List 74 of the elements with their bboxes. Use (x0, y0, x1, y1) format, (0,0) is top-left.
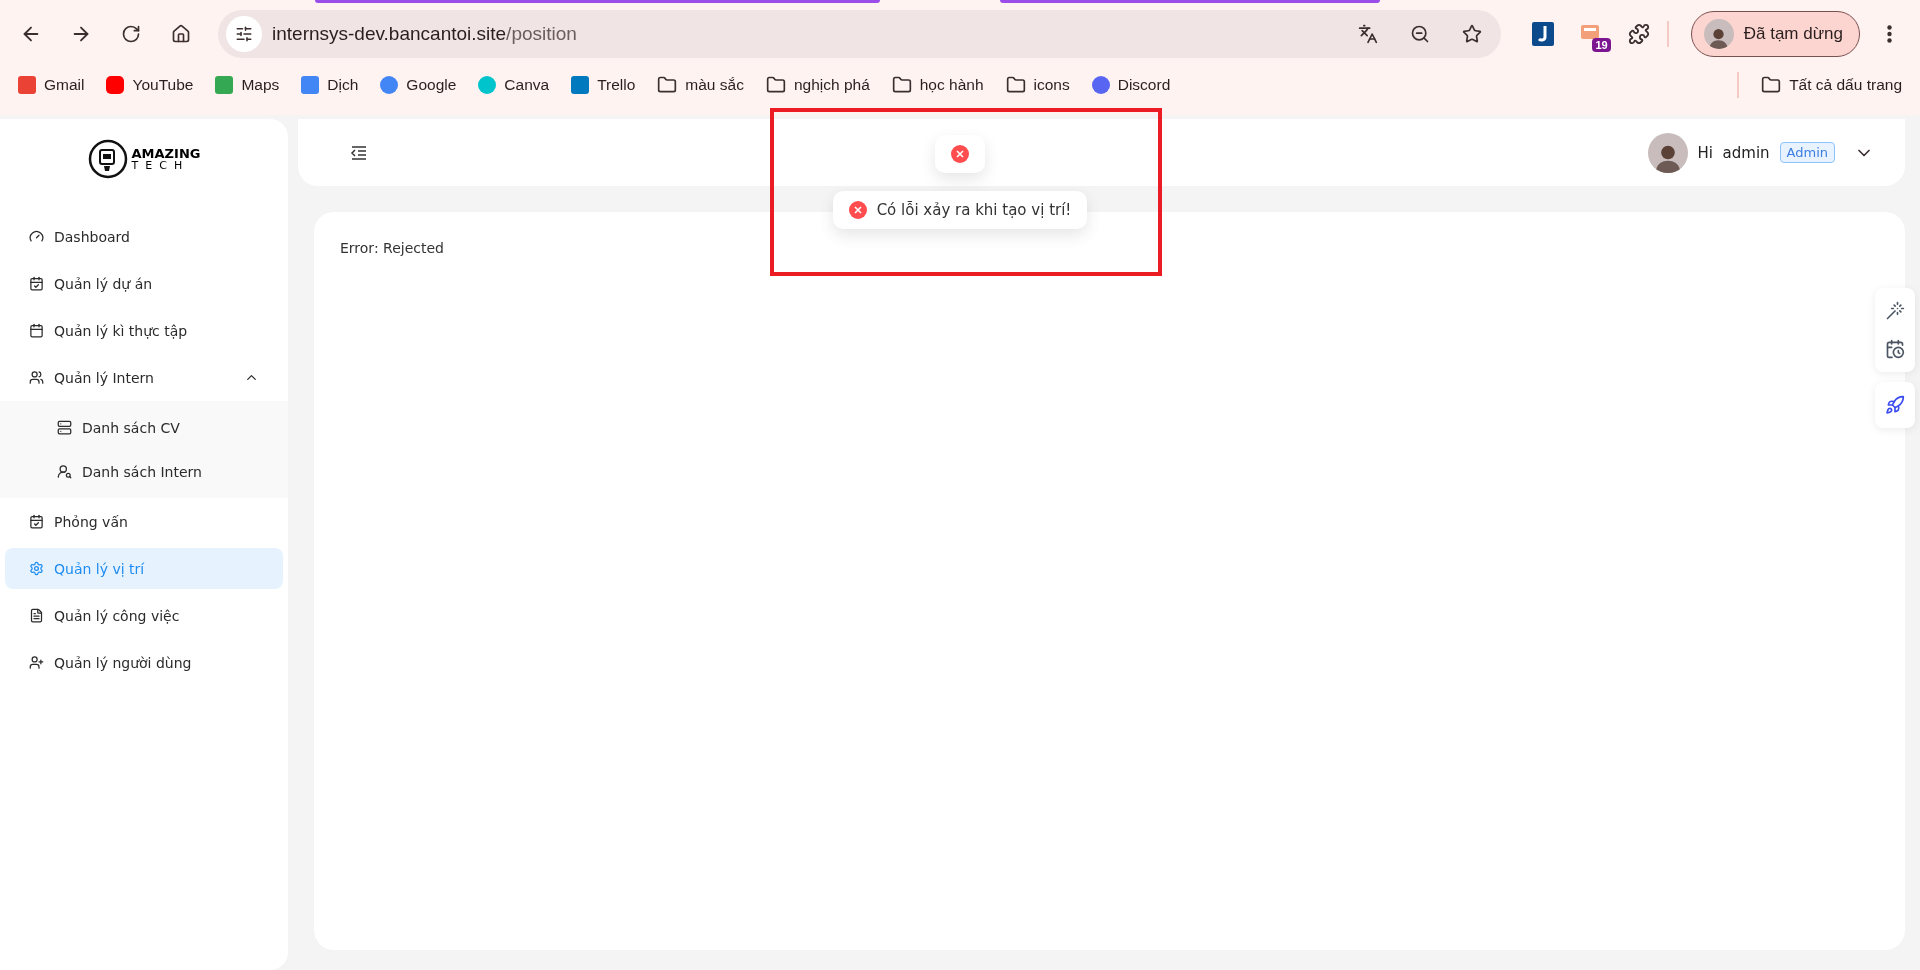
url-text: internsys-dev.bancantoi.site/position (272, 23, 578, 45)
sidebar-item[interactable]: Phỏng vấn (5, 501, 283, 542)
document-icon (29, 608, 44, 623)
site-icon (18, 76, 36, 94)
address-bar[interactable]: internsys-dev.bancantoi.site/position (218, 10, 1501, 58)
bookmark-folder[interactable]: icons (1005, 75, 1070, 95)
extension-button[interactable]: 19 (1570, 14, 1611, 54)
notification-badge: 19 (1592, 38, 1611, 52)
error-message: Error: Rejected (340, 240, 445, 256)
gauge-icon (29, 229, 44, 244)
extension-icon (1531, 22, 1554, 46)
rocket-icon (1885, 395, 1905, 415)
star-icon (1461, 24, 1482, 44)
folder-icon (1005, 75, 1026, 95)
folder-icon (891, 75, 912, 95)
logo-icon (87, 139, 128, 179)
site-icon (215, 76, 234, 94)
user-search-icon (57, 464, 72, 479)
folder-icon (1761, 75, 1782, 95)
site-icon (478, 76, 497, 94)
sidebar-item[interactable]: Quản lý dự án (5, 263, 283, 304)
users-icon (29, 370, 44, 385)
logo-text: AMAZING TECH (131, 147, 201, 171)
bookmark-link[interactable]: YouTube (106, 76, 194, 94)
list-icon (57, 420, 72, 435)
puzzle-icon (1627, 23, 1650, 45)
calendar-check-icon (29, 514, 44, 529)
site-icon (1091, 76, 1110, 94)
bookmark-folder[interactable]: học hành (891, 75, 984, 95)
all-bookmarks-button[interactable]: Tất cả dấu trang (1761, 75, 1902, 95)
bookmark-link[interactable]: Trello (571, 76, 636, 94)
sliders-icon (235, 25, 253, 43)
zoom-out-icon (1409, 24, 1430, 44)
calendar-icon (29, 323, 44, 338)
sidebar-subitem[interactable]: Danh sách Intern (5, 451, 283, 492)
site-icon (380, 76, 399, 94)
collapse-menu-icon (350, 144, 368, 161)
site-icon (106, 76, 125, 94)
sidebar-item[interactable]: Quản lý người dùng (5, 642, 283, 683)
sidebar-item[interactable]: Quản lý kì thực tập (5, 310, 283, 351)
site-icon (301, 76, 320, 94)
avatar (1647, 132, 1688, 173)
bookmark-link[interactable]: Gmail (18, 76, 85, 94)
sidebar-item[interactable]: Quản lý Intern (5, 357, 283, 398)
folder-icon (657, 75, 678, 95)
gear-icon (29, 561, 44, 576)
sidebar-subitem[interactable]: Danh sách CV (5, 407, 283, 448)
reload-icon (121, 24, 141, 44)
site-icon (571, 76, 590, 94)
translate-icon (1357, 24, 1378, 44)
folder-icon (765, 75, 786, 95)
error-icon (951, 145, 969, 163)
wand-icon (1885, 301, 1905, 321)
error-icon (848, 201, 867, 219)
sidebar-item[interactable]: Quản lý công việc (5, 595, 283, 636)
role-badge: Admin (1779, 142, 1835, 163)
avatar (1703, 19, 1734, 49)
bookmark-link[interactable]: Google (380, 76, 457, 94)
user-plus-icon (29, 655, 44, 670)
greeting-text: Hi admin (1697, 143, 1770, 162)
bookmark-link[interactable]: Maps (215, 76, 280, 94)
bookmark-link[interactable]: Canva (478, 76, 550, 94)
sidebar-item[interactable]: Dashboard (5, 216, 283, 257)
site-info-button[interactable] (226, 16, 262, 52)
calendar-icon (1885, 339, 1905, 359)
menu-icon (1886, 25, 1892, 43)
home-icon (171, 24, 191, 44)
bookmark-folder[interactable]: màu sắc (657, 75, 744, 95)
bookmark-link[interactable]: Discord (1091, 76, 1171, 94)
calendar-check-icon (29, 276, 44, 291)
bookmark-folder[interactable]: nghịch phá (765, 75, 870, 95)
toast-message: Có lỗi xảy ra khi tạo vị trí! (876, 201, 1072, 219)
bookmark-link[interactable]: Dịch (301, 76, 359, 94)
profile-button[interactable]: Đã tạm dừng (1690, 11, 1860, 57)
